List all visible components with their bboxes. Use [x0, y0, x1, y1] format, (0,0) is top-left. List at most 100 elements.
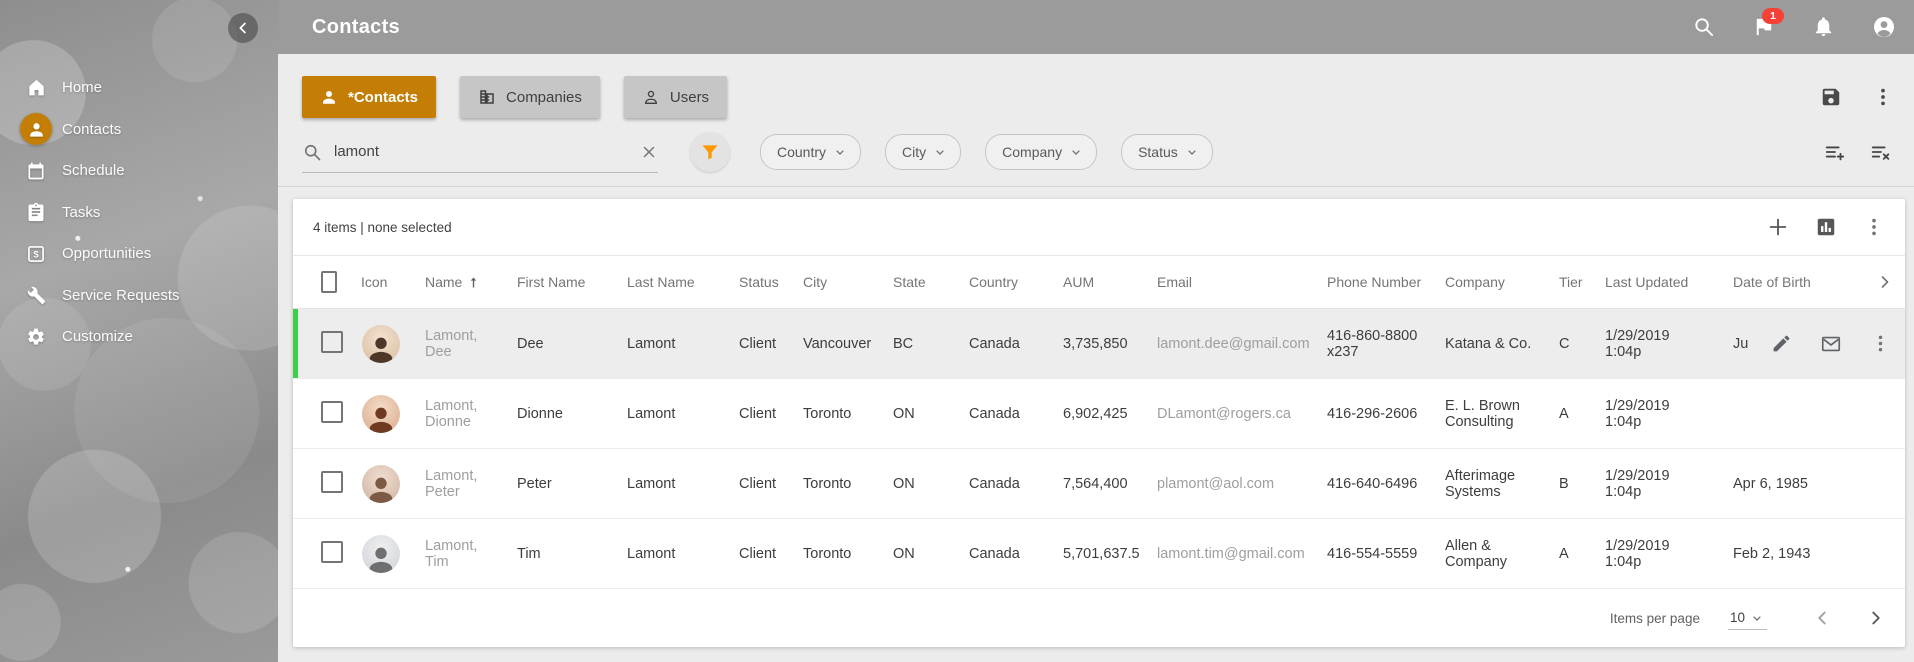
email-envelope-icon[interactable]: [1820, 333, 1842, 355]
chevron-down-icon: [832, 144, 848, 160]
chip-label: Company: [1002, 144, 1062, 160]
cell-tier: B: [1547, 476, 1593, 492]
sidebar-item-service-requests[interactable]: Service Requests: [0, 275, 278, 317]
filter-chip-company[interactable]: Company: [985, 134, 1097, 170]
filter-row: Country City Company Status: [302, 130, 1898, 174]
sidebar-item-customize[interactable]: Customize: [0, 316, 278, 358]
sidebar-item-label: Contacts: [62, 121, 121, 138]
tab-users[interactable]: Users: [624, 76, 727, 118]
results-card: 4 items | none selected Icon: [293, 199, 1905, 647]
chart-view-icon[interactable]: [1815, 216, 1837, 238]
top-header-bar: Contacts 1: [278, 0, 1914, 54]
cell-phone: 416-640-6496: [1315, 476, 1433, 492]
save-icon[interactable]: [1820, 86, 1842, 108]
sidebar-collapse-button[interactable]: [228, 13, 258, 43]
column-header-email[interactable]: Email: [1145, 274, 1315, 290]
content-divider: [278, 186, 1914, 187]
column-header-phone[interactable]: Phone Number: [1315, 274, 1433, 290]
table-row[interactable]: Lamont, Dee Dee Lamont Client Vancouver …: [293, 309, 1905, 379]
filter-chip-status[interactable]: Status: [1121, 134, 1213, 170]
gear-icon: [26, 327, 46, 347]
edit-pencil-icon[interactable]: [1771, 333, 1792, 354]
tab-companies[interactable]: Companies: [460, 76, 600, 118]
cell-country: Canada: [957, 546, 1051, 562]
cell-city: Toronto: [791, 476, 881, 492]
sidebar-item-label: Schedule: [62, 162, 125, 179]
flag-icon[interactable]: 1: [1752, 15, 1776, 39]
more-vert-icon[interactable]: [1863, 216, 1885, 238]
column-header-state[interactable]: State: [881, 274, 957, 290]
cell-state: ON: [881, 546, 957, 562]
notification-badge: 1: [1762, 8, 1784, 24]
cell-status: Client: [727, 336, 791, 352]
page-size-select[interactable]: 10: [1728, 607, 1767, 630]
cell-last-updated: 1/29/2019 1:04p: [1593, 538, 1721, 570]
account-icon[interactable]: [1872, 15, 1896, 39]
table-header-row: Icon Name First Name Last Name Status Ci…: [293, 256, 1905, 309]
sidebar-item-label: Service Requests: [62, 287, 180, 304]
search-icon: [302, 142, 322, 162]
sidebar-item-schedule[interactable]: Schedule: [0, 150, 278, 192]
more-vert-icon[interactable]: [1872, 86, 1894, 108]
list-add-icon[interactable]: [1824, 141, 1846, 163]
cell-email: lamont.dee@gmail.com: [1145, 336, 1315, 352]
clear-search-icon[interactable]: [640, 143, 658, 161]
filter-chip-country[interactable]: Country: [760, 134, 861, 170]
sort-asc-icon: [466, 275, 481, 290]
row-checkbox[interactable]: [321, 471, 343, 493]
scroll-columns-right-icon[interactable]: [1865, 272, 1905, 292]
add-icon[interactable]: [1767, 216, 1789, 238]
column-header-name[interactable]: Name: [413, 274, 505, 290]
column-header-icon[interactable]: Icon: [349, 274, 413, 290]
sidebar-item-contacts[interactable]: Contacts: [0, 109, 278, 151]
sidebar-nav: Home Contacts Schedule Tasks: [0, 67, 278, 358]
sidebar-item-tasks[interactable]: Tasks: [0, 192, 278, 234]
column-header-last-name[interactable]: Last Name: [615, 274, 727, 290]
cell-country: Canada: [957, 336, 1051, 352]
select-all-checkbox[interactable]: [321, 271, 337, 293]
funnel-icon: [700, 142, 720, 162]
row-checkbox[interactable]: [321, 401, 343, 423]
column-header-status[interactable]: Status: [727, 274, 791, 290]
sidebar-item-opportunities[interactable]: $ Opportunities: [0, 233, 278, 275]
column-header-first-name[interactable]: First Name: [505, 274, 615, 290]
entity-tabs: *Contacts Companies Users: [302, 76, 1898, 118]
cell-aum: 5,701,637.5: [1051, 546, 1145, 562]
cell-email: lamont.tim@gmail.com: [1145, 546, 1315, 562]
avatar[interactable]: [362, 325, 400, 363]
search-icon[interactable]: [1692, 15, 1716, 39]
table-row[interactable]: Lamont, Dionne Dionne Lamont Client Toro…: [293, 379, 1905, 449]
column-header-country[interactable]: Country: [957, 274, 1051, 290]
row-checkbox[interactable]: [321, 331, 343, 353]
column-header-company[interactable]: Company: [1433, 274, 1547, 290]
avatar[interactable]: [362, 465, 400, 503]
avatar[interactable]: [362, 535, 400, 573]
table-row[interactable]: Lamont, Tim Tim Lamont Client Toronto ON…: [293, 519, 1905, 589]
cell-email: plamont@aol.com: [1145, 476, 1315, 492]
table-row[interactable]: Lamont, Peter Peter Lamont Client Toront…: [293, 449, 1905, 519]
bell-icon[interactable]: [1812, 15, 1836, 39]
filter-chip-city[interactable]: City: [885, 134, 961, 170]
filter-funnel-button[interactable]: [690, 132, 730, 172]
cell-last-updated: 1/29/2019 1:04p: [1593, 328, 1721, 360]
column-header-tier[interactable]: Tier: [1547, 274, 1593, 290]
more-vert-icon[interactable]: [1870, 333, 1891, 354]
tab-contacts[interactable]: *Contacts: [302, 76, 436, 118]
next-page-icon[interactable]: [1865, 607, 1887, 629]
avatar[interactable]: [362, 395, 400, 433]
building-icon: [478, 88, 496, 106]
column-header-city[interactable]: City: [791, 274, 881, 290]
row-checkbox[interactable]: [321, 541, 343, 563]
cell-last-name: Lamont: [615, 336, 727, 352]
previous-page-icon[interactable]: [1811, 607, 1833, 629]
column-header-aum[interactable]: AUM: [1051, 274, 1145, 290]
user-outline-icon: [642, 88, 660, 106]
column-header-last-updated[interactable]: Last Updated: [1593, 274, 1721, 290]
chip-label: Country: [777, 144, 826, 160]
list-clear-icon[interactable]: [1870, 141, 1892, 163]
main-content: *Contacts Companies Users: [278, 54, 1914, 662]
search-input[interactable]: [332, 142, 630, 161]
column-header-dob[interactable]: Date of Birth: [1721, 274, 1865, 290]
cell-dob: Apr 6, 1985: [1721, 476, 1865, 492]
sidebar-item-home[interactable]: Home: [0, 67, 278, 109]
